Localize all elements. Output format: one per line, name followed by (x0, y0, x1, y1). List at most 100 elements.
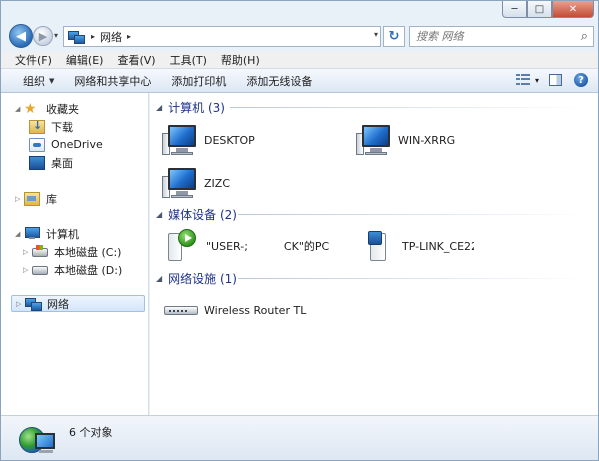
nav-computer-label: 计算机 (46, 227, 79, 241)
group-header-computers[interactable]: ◢ 计算机 (3) (156, 99, 225, 115)
computer-name: ZIZC (204, 176, 230, 190)
drive-icon (32, 266, 48, 275)
nav-downloads[interactable]: 下载 (29, 118, 73, 135)
nav-onedrive[interactable]: OneDrive (29, 136, 103, 153)
network-sharing-center-button[interactable]: 网络和共享中心 (74, 73, 151, 89)
network-infrastructure-device[interactable]: Wireless Router TL (162, 293, 306, 327)
refresh-button[interactable]: ↻ (383, 26, 405, 47)
nav-libraries-label: 库 (46, 192, 57, 206)
collapse-icon[interactable]: ◢ (156, 210, 162, 219)
media-device-name-start: "USER-; (206, 239, 248, 253)
media-device-name: TP-LINK_CE22( (402, 239, 474, 253)
computer-icon (24, 226, 40, 241)
expand-right-icon[interactable]: ▷ (23, 266, 32, 274)
group-divider (230, 99, 590, 115)
close-button[interactable]: ✕ (552, 1, 594, 18)
nav-favorites[interactable]: ◢ ★ 收藏夹 (15, 100, 79, 117)
menu-help[interactable]: 帮助(H) (221, 52, 260, 68)
libraries-icon (24, 191, 40, 206)
computer-icon (162, 166, 200, 200)
change-view-button[interactable]: ▾ (515, 74, 539, 86)
add-printer-button[interactable]: 添加打印机 (171, 73, 226, 89)
computer-name: DESKTOP (204, 133, 255, 147)
help-icon[interactable]: ? (574, 73, 588, 87)
group-title-media: 媒体设备 (2) (168, 207, 237, 222)
chevron-down-icon[interactable]: ▾ (535, 76, 539, 85)
expand-right-icon[interactable]: ▷ (16, 300, 25, 308)
network-sharing-center-label: 网络和共享中心 (74, 74, 152, 88)
nav-drive-c[interactable]: ▷ 本地磁盘 (C:) (23, 243, 121, 260)
network-computer[interactable]: DESKTOP (162, 123, 255, 157)
menu-file[interactable]: 文件(F) (15, 52, 52, 68)
search-box[interactable]: ⌕ (409, 26, 594, 47)
preview-pane-icon[interactable] (549, 74, 562, 86)
breadcrumb-network[interactable]: 网络 (100, 29, 122, 45)
view-controls: ▾ ? (515, 73, 588, 87)
nav-drive-d[interactable]: ▷ 本地磁盘 (D:) (23, 261, 122, 278)
group-divider (238, 206, 590, 222)
nav-network[interactable]: ▷ 网络 (11, 295, 145, 312)
organize-label: 组织 (23, 74, 45, 88)
router-icon (162, 293, 200, 327)
media-device[interactable]: TP-LINK_CE22( (360, 229, 474, 263)
expand-down-icon[interactable]: ◢ (15, 230, 24, 238)
add-wireless-device-button[interactable]: 添加无线设备 (246, 73, 312, 89)
forward-button[interactable]: ▶ (33, 26, 53, 46)
nav-desktop-label: 桌面 (51, 156, 73, 170)
star-icon: ★ (24, 100, 37, 117)
computer-icon (162, 123, 200, 157)
address-bar[interactable]: ▸ 网络 ▸ ▾ (63, 26, 381, 47)
nav-computer[interactable]: ◢ 计算机 (15, 225, 79, 242)
recent-pages-dropdown[interactable]: ▾ (54, 31, 58, 40)
command-bar: 组织 ▼ 网络和共享中心 添加打印机 添加无线设备 ▾ ? (1, 69, 598, 93)
expand-right-icon[interactable]: ▷ (23, 248, 32, 256)
network-globe-icon (19, 421, 57, 455)
expand-right-icon[interactable]: ▷ (15, 195, 24, 203)
add-wireless-device-label: 添加无线设备 (246, 74, 313, 88)
media-device-name-end: CK"的PC (283, 240, 330, 253)
group-header-media[interactable]: ◢ 媒体设备 (2) (156, 206, 237, 222)
computer-name: WIN-XRRG (398, 133, 456, 147)
collapse-icon[interactable]: ◢ (156, 274, 162, 283)
views-icon (515, 74, 530, 86)
collapse-icon[interactable]: ◢ (156, 103, 162, 112)
details-pane: 6 个对象 (1, 415, 598, 460)
downloads-folder-icon (29, 119, 45, 134)
chevron-down-icon: ▼ (49, 76, 55, 85)
breadcrumb-separator-icon[interactable]: ▸ (91, 32, 95, 41)
group-header-infrastructure[interactable]: ◢ 网络设施 (1) (156, 270, 237, 286)
nav-downloads-label: 下载 (51, 120, 73, 134)
address-dropdown-icon[interactable]: ▾ (374, 30, 378, 39)
nav-onedrive-label: OneDrive (51, 138, 103, 151)
nav-drive-c-label: 本地磁盘 (C:) (54, 245, 122, 259)
network-computer[interactable]: WIN-XRRG (356, 123, 455, 157)
media-server-icon (360, 229, 398, 263)
onedrive-icon (29, 137, 45, 152)
menu-bar: 文件(F) 编辑(E) 查看(V) 工具(T) 帮助(H) (1, 52, 598, 69)
organize-button[interactable]: 组织 ▼ (23, 73, 54, 89)
media-device[interactable]: "USER-; CK"的PC (164, 229, 329, 263)
menu-tools[interactable]: 工具(T) (170, 52, 207, 68)
nav-favorites-label: 收藏夹 (46, 102, 79, 116)
navigation-pane: ◢ ★ 收藏夹 下载 OneDrive 桌面 ▷ 库 ◢ 计算机 ▷ (1, 93, 149, 415)
nav-desktop[interactable]: 桌面 (29, 154, 73, 171)
back-button[interactable]: ◀ (9, 24, 33, 48)
minimize-button[interactable]: ─ (502, 1, 527, 18)
menu-edit[interactable]: 编辑(E) (66, 52, 104, 68)
search-icon[interactable]: ⌕ (581, 29, 588, 44)
group-divider (238, 270, 590, 286)
network-icon (25, 297, 42, 311)
search-input[interactable] (416, 30, 566, 43)
item-count: 6 个对象 (69, 426, 113, 439)
nav-drive-d-label: 本地磁盘 (D:) (54, 263, 123, 277)
menu-view[interactable]: 查看(V) (117, 52, 155, 68)
expand-down-icon[interactable]: ◢ (15, 105, 24, 113)
network-computer[interactable]: ZIZC (162, 166, 230, 200)
breadcrumb-separator-icon[interactable]: ▸ (127, 32, 131, 41)
nav-libraries[interactable]: ▷ 库 (15, 190, 57, 207)
media-player-icon (164, 229, 202, 263)
maximize-button[interactable]: □ (527, 1, 552, 18)
address-row: ◀ ▶ ▾ ▸ 网络 ▸ ▾ ↻ ⌕ (1, 21, 598, 51)
network-icon (68, 30, 85, 44)
caption-buttons: ─ □ ✕ (502, 1, 594, 18)
